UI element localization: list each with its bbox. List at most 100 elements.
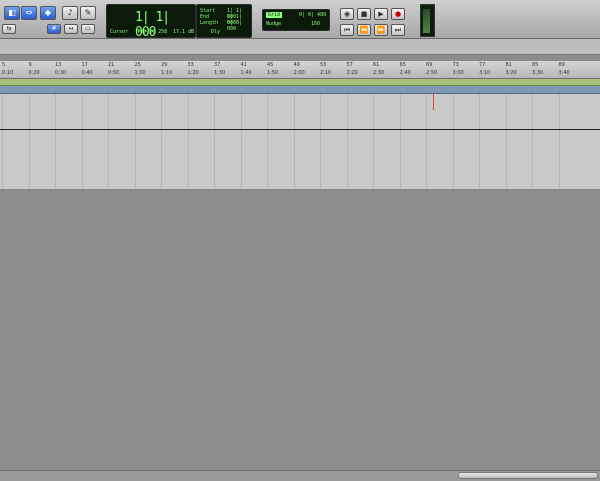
timeline-ruler[interactable]: 5 9 13 17 21 25 29 33 37 41 45 49 53 57 61 65 69 73 77 81 85… <box>0 61 600 79</box>
level-value: 17.1 dB <box>173 29 195 35</box>
grid-line <box>267 94 268 189</box>
minsec-tick-label: 1:10 <box>161 70 173 76</box>
grid-line <box>81 94 83 189</box>
bar-tick-label: 41 <box>240 62 247 68</box>
grid-line <box>293 94 295 189</box>
selector-tool-icon[interactable]: ◆ <box>40 6 56 20</box>
grid-line <box>161 94 162 189</box>
minsec-tick-label: 1:40 <box>240 70 252 76</box>
play-button[interactable]: ▶ <box>374 8 388 20</box>
zoom-tool-icon[interactable]: ◧ <box>4 6 20 20</box>
bar-tick-label: 21 <box>108 62 115 68</box>
bar-tick-label: 17 <box>81 62 88 68</box>
minsec-tick-label: 2:40 <box>399 70 411 76</box>
minsec-tick-label: 1:20 <box>187 70 199 76</box>
bar-tick-label: 33 <box>187 62 194 68</box>
scrollbar-thumb[interactable] <box>458 472 598 479</box>
fast-forward-button[interactable]: ⏩ <box>374 24 388 36</box>
cursor-label: Cursor <box>110 29 129 35</box>
cursor-value: 70| 3| 258 <box>137 29 168 35</box>
bar-tick-label: 73 <box>452 62 459 68</box>
main-counter-value: 1| 1| 000 <box>135 10 170 40</box>
bar-tick-label: 25 <box>134 62 141 68</box>
grid-line <box>479 94 480 189</box>
mode-shuffle-icon[interactable]: ⇆ <box>2 24 16 34</box>
go-to-end-button[interactable]: ⏭ <box>391 24 405 36</box>
stop-button[interactable]: ■ <box>357 8 371 20</box>
online-button[interactable]: ◉ <box>340 8 354 20</box>
grid-line <box>399 94 401 189</box>
minsec-tick-label: 2:10 <box>320 70 332 76</box>
grid-line <box>240 94 242 189</box>
minsec-tick-label: 0:20 <box>28 70 40 76</box>
bar-tick-label: 5 <box>2 62 6 68</box>
minsec-tick-label: 0:50 <box>108 70 120 76</box>
minsec-tick-label: 2:30 <box>373 70 385 76</box>
minsec-tick-label: 2:20 <box>346 70 358 76</box>
bar-tick-label: 89 <box>558 62 565 68</box>
grid-line <box>134 94 136 189</box>
pencil-tool-icon[interactable]: ✎ <box>80 6 96 20</box>
bar-tick-label: 29 <box>161 62 168 68</box>
track-area[interactable] <box>0 94 600 189</box>
bar-tick-label: 53 <box>320 62 327 68</box>
mode-slip-icon[interactable]: ↔ <box>64 24 78 34</box>
bar-tick-label: 49 <box>293 62 300 68</box>
grid-line <box>346 94 348 189</box>
grid-nudge-display[interactable]: Grid 0| 0| 480 Nudge 160 <box>262 9 330 31</box>
minsec-tick-label: 0:30 <box>55 70 67 76</box>
grid-line <box>320 94 321 189</box>
tempo-ruler[interactable] <box>0 86 600 94</box>
bar-tick-label: 9 <box>28 62 32 68</box>
markers-ruler[interactable] <box>0 79 600 86</box>
bar-tick-label: 69 <box>426 62 433 68</box>
return-to-zero-button[interactable]: ⏮ <box>340 24 354 36</box>
main-counter[interactable]: 1| 1| 000 Cursor 70| 3| 258 17.1 dB <box>106 4 196 40</box>
trim-tool-icon[interactable]: ⇔ <box>21 6 37 20</box>
minsec-tick-label: 2:50 <box>426 70 438 76</box>
length-label: Length <box>200 20 219 26</box>
mode-spot-icon[interactable]: ▭ <box>81 24 95 34</box>
grid-line <box>108 94 109 189</box>
grid-label[interactable]: Grid <box>266 12 283 18</box>
grid-line <box>187 94 189 189</box>
grid-line <box>558 94 560 189</box>
bar-tick-label: 77 <box>479 62 486 68</box>
minsec-tick-label: 3:10 <box>479 70 491 76</box>
grid-line <box>55 94 56 189</box>
minsec-tick-label: 1:50 <box>267 70 279 76</box>
speaker-tool-icon[interactable]: ♪ <box>62 6 78 20</box>
mode-grid-icon[interactable]: # <box>47 24 61 34</box>
playhead-marker[interactable] <box>433 94 434 110</box>
meter-fill <box>423 9 430 33</box>
grid-line <box>214 94 215 189</box>
rewind-button[interactable]: ⏪ <box>357 24 371 36</box>
nudge-value[interactable]: 160 <box>311 21 320 27</box>
preroll-label: Dly <box>211 29 221 35</box>
master-meter <box>420 4 435 37</box>
grid-line <box>532 94 533 189</box>
track-divider <box>0 129 600 130</box>
minsec-tick-label: 0:40 <box>81 70 93 76</box>
grid-line <box>452 94 454 189</box>
grid-line <box>28 94 30 189</box>
horizontal-scrollbar[interactable] <box>0 470 600 481</box>
minsec-tick-label: 3:20 <box>505 70 517 76</box>
bar-tick-label: 37 <box>214 62 221 68</box>
bar-tick-label: 45 <box>267 62 274 68</box>
edit-window-toolbar: ◧ ⇔ ◆ ♪ ✎ ⇆ # ↔ ▭ 1| 1| 000 Cursor 70| 3… <box>0 0 600 40</box>
minsec-tick-label: 3:30 <box>532 70 544 76</box>
grid-line <box>2 94 3 189</box>
bar-tick-label: 13 <box>55 62 62 68</box>
ruler-controls-bar <box>0 39 600 55</box>
record-button[interactable]: ● <box>391 8 405 20</box>
bar-tick-label: 85 <box>532 62 539 68</box>
bar-tick-label: 61 <box>373 62 380 68</box>
selection-counter[interactable]: Start End Length 1| 1| 000 1| 1| 000 0| … <box>196 4 252 38</box>
grid-line <box>505 94 507 189</box>
minsec-tick-label: 1:30 <box>214 70 226 76</box>
nudge-label[interactable]: Nudge <box>266 21 281 27</box>
bar-tick-label: 57 <box>346 62 353 68</box>
grid-line <box>426 94 427 189</box>
grid-value[interactable]: 0| 0| 480 <box>299 12 326 18</box>
